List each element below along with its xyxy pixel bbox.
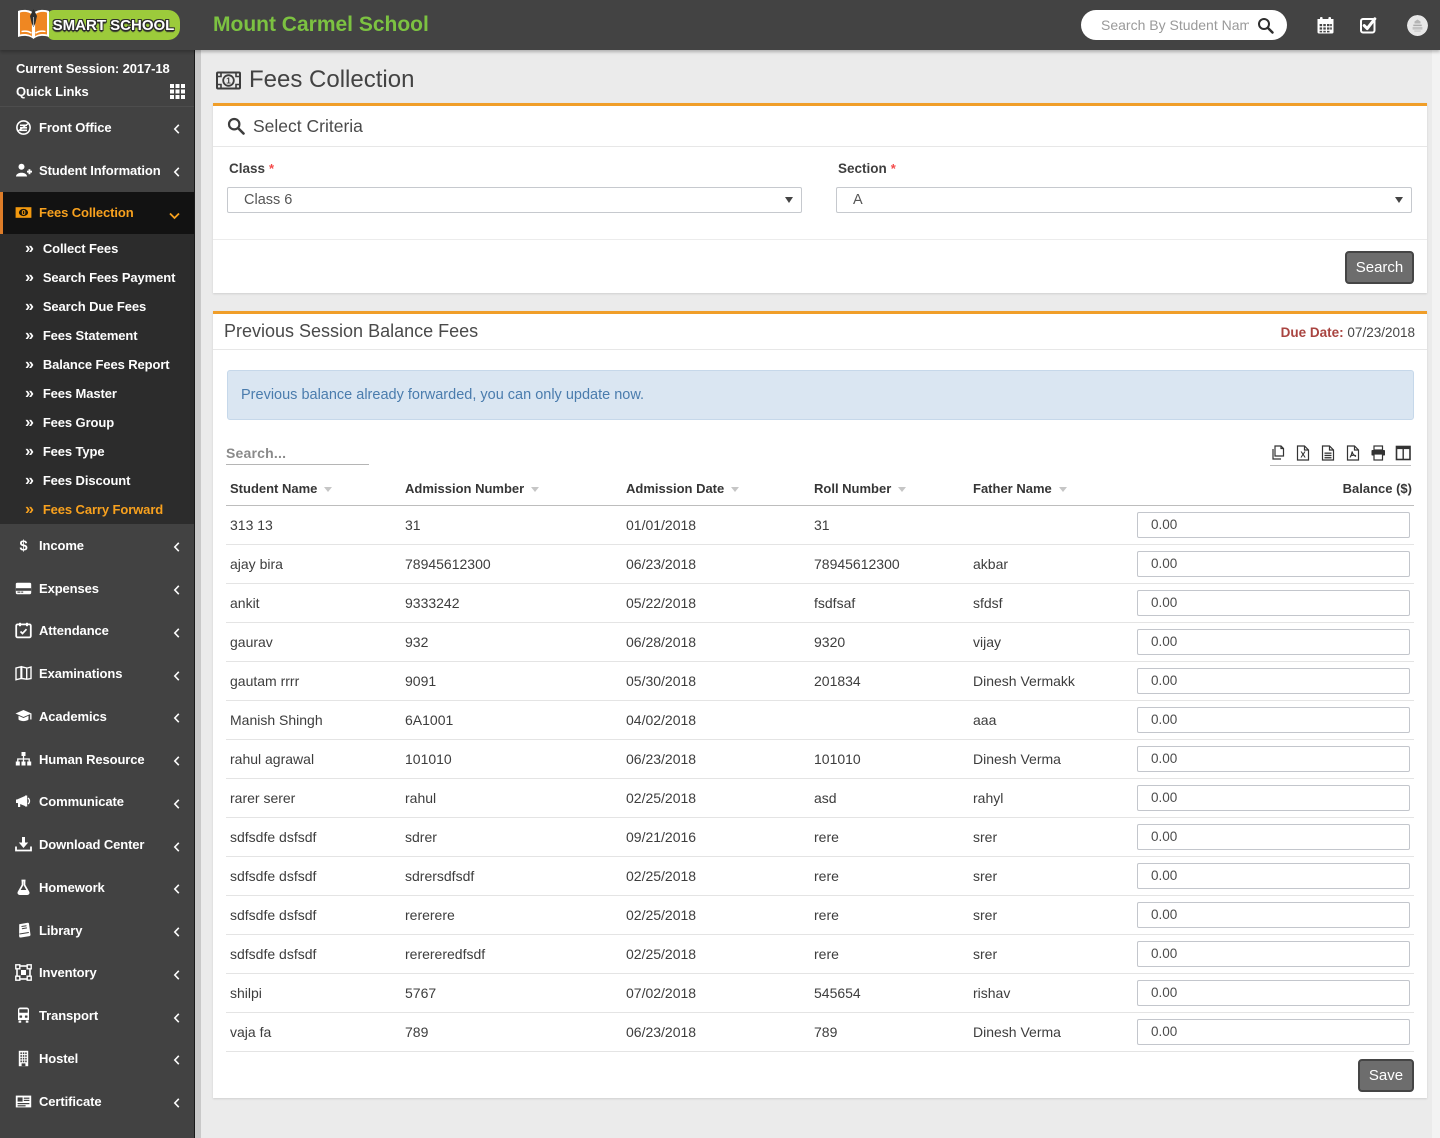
- svg-text:$: $: [20, 538, 28, 554]
- svg-text:1: 1: [226, 75, 231, 85]
- svg-text:0: 0: [21, 208, 25, 217]
- svg-text:X: X: [1300, 451, 1306, 460]
